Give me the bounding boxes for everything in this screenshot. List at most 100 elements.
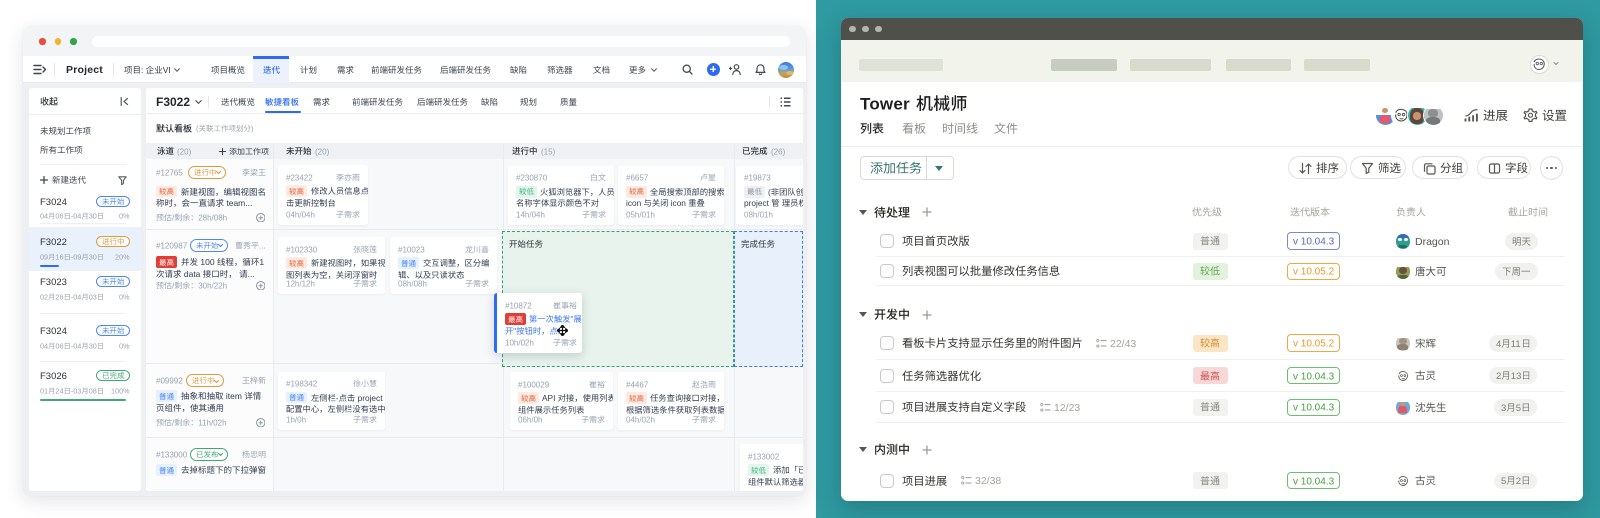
svg-text:24: 24 [55, 387, 63, 396]
svg-text:16: 16 [55, 253, 63, 262]
svg-text:": " [513, 326, 516, 336]
svg-text:5: 5 [1501, 476, 1506, 487]
svg-text:v 10.04.3: v 10.04.3 [1293, 476, 1335, 487]
svg-text:/: / [172, 213, 175, 222]
svg-text:...: ... [259, 241, 266, 250]
svg-text:30h/22h: 30h/22h [198, 281, 227, 290]
svg-text:Tower: Tower [860, 95, 915, 114]
svg-text:/: / [172, 418, 175, 427]
svg-text:30: 30 [89, 253, 97, 262]
svg-text:-04: -04 [71, 293, 82, 302]
svg-text:10h/02h: 10h/02h [505, 338, 534, 347]
svg-text:(: ( [196, 124, 199, 133]
svg-text:VI: VI [163, 65, 171, 75]
svg-text:(26): (26) [771, 147, 786, 156]
svg-text:03: 03 [89, 293, 97, 302]
svg-text:06: 06 [55, 342, 63, 351]
svg-text:": " [571, 314, 574, 324]
svg-text:-09: -09 [71, 253, 82, 262]
svg-text:#133000: #133000 [156, 450, 188, 459]
svg-text:4: 4 [1496, 339, 1501, 350]
svg-text:0%: 0% [119, 342, 130, 351]
svg-text:#4467: #4467 [626, 380, 649, 389]
svg-text:#23422: #23422 [286, 173, 313, 182]
svg-text:04: 04 [40, 342, 48, 351]
svg-text:F3026: F3026 [40, 370, 67, 381]
svg-text:...: ... [248, 269, 255, 279]
svg-text:icon: icon [668, 198, 688, 208]
svg-text:08h/08h: 08h/08h [398, 279, 427, 288]
svg-text:data: data [182, 269, 203, 279]
svg-text:#230870: #230870 [516, 174, 548, 183]
svg-text:#19873: #19873 [744, 174, 771, 183]
svg-text:26: 26 [55, 293, 63, 302]
svg-text:Project: Project [66, 64, 103, 76]
svg-text:project: project [355, 393, 383, 403]
svg-text:#12765: #12765 [156, 168, 183, 177]
svg-text:08: 08 [89, 387, 97, 396]
svg-text:1h/0h: 1h/0h [286, 416, 306, 425]
svg-text:04h/04h: 04h/04h [286, 210, 315, 219]
svg-text:2: 2 [1516, 476, 1521, 487]
svg-text:#10872: #10872 [505, 301, 532, 310]
svg-text:#09992: #09992 [156, 377, 183, 386]
svg-text:14h/04h: 14h/04h [516, 210, 545, 219]
svg-text:v 10.04.3: v 10.04.3 [1293, 403, 1335, 414]
svg-text:12h/12h: 12h/12h [286, 279, 315, 288]
svg-text:#133002: #133002 [748, 452, 780, 461]
svg-text:2: 2 [1496, 371, 1501, 382]
svg-text:08h/01h: 08h/01h [744, 210, 773, 219]
svg-text:-: - [335, 393, 338, 403]
svg-text:0%: 0% [119, 293, 130, 302]
svg-text:04: 04 [40, 212, 48, 221]
svg-text:item: item [224, 391, 245, 401]
svg-text:01: 01 [40, 387, 48, 396]
svg-text:team...: team... [224, 198, 252, 208]
svg-text:#120987: #120987 [156, 241, 188, 250]
svg-text:1: 1 [259, 257, 264, 267]
svg-text:icon: icon [626, 198, 644, 208]
svg-text:22/43: 22/43 [1110, 338, 1136, 350]
svg-text:06: 06 [55, 212, 63, 221]
svg-text:3: 3 [1501, 403, 1506, 414]
svg-text:32/38: 32/38 [975, 475, 1001, 487]
svg-text:F3022: F3022 [40, 236, 67, 247]
svg-text:#10023: #10023 [398, 245, 425, 254]
svg-text:13: 13 [1510, 371, 1521, 382]
svg-text:-04: -04 [71, 212, 82, 221]
svg-text:Dragon: Dragon [1415, 236, 1450, 248]
svg-text:-03: -03 [71, 387, 82, 396]
svg-text:05h/01h: 05h/01h [626, 210, 655, 219]
svg-text:#6657: #6657 [626, 174, 649, 183]
svg-text:(20): (20) [315, 147, 330, 156]
svg-text:#100029: #100029 [518, 380, 550, 389]
svg-text:09: 09 [40, 253, 48, 262]
svg-text:0%: 0% [119, 212, 130, 221]
svg-text:v 10.05.2: v 10.05.2 [1293, 267, 1335, 278]
svg-text:API: API [542, 393, 558, 403]
svg-text:#198342: #198342 [286, 380, 318, 389]
svg-text:30: 30 [89, 212, 97, 221]
svg-text:#102330: #102330 [286, 245, 318, 254]
svg-text:11: 11 [1510, 339, 1520, 350]
svg-text:11h/02h: 11h/02h [198, 418, 226, 427]
svg-text:F3024: F3024 [40, 196, 67, 207]
svg-text:v 10.04.3: v 10.04.3 [1293, 237, 1335, 248]
svg-text:project: project [744, 198, 771, 208]
svg-text:06h/0h: 06h/0h [518, 415, 542, 424]
svg-text:30: 30 [89, 342, 97, 351]
svg-text:100%: 100% [111, 387, 130, 396]
svg-text:28h/08h: 28h/08h [198, 213, 227, 222]
svg-text:F3023: F3023 [40, 276, 67, 287]
svg-text:v 10.05.2: v 10.05.2 [1293, 339, 1335, 350]
svg-text:0.4h/0h: 0.4h/0h [748, 490, 775, 491]
svg-text:02: 02 [40, 293, 48, 302]
svg-text:F3024: F3024 [40, 325, 67, 336]
svg-text:(15): (15) [541, 147, 556, 156]
svg-text:-04: -04 [71, 342, 82, 351]
svg-text:04h/02h: 04h/02h [626, 415, 655, 424]
svg-text:20%: 20% [115, 253, 130, 262]
svg-text:5: 5 [1516, 403, 1521, 414]
svg-text::: : [141, 65, 146, 75]
svg-text:F3022: F3022 [156, 95, 190, 109]
